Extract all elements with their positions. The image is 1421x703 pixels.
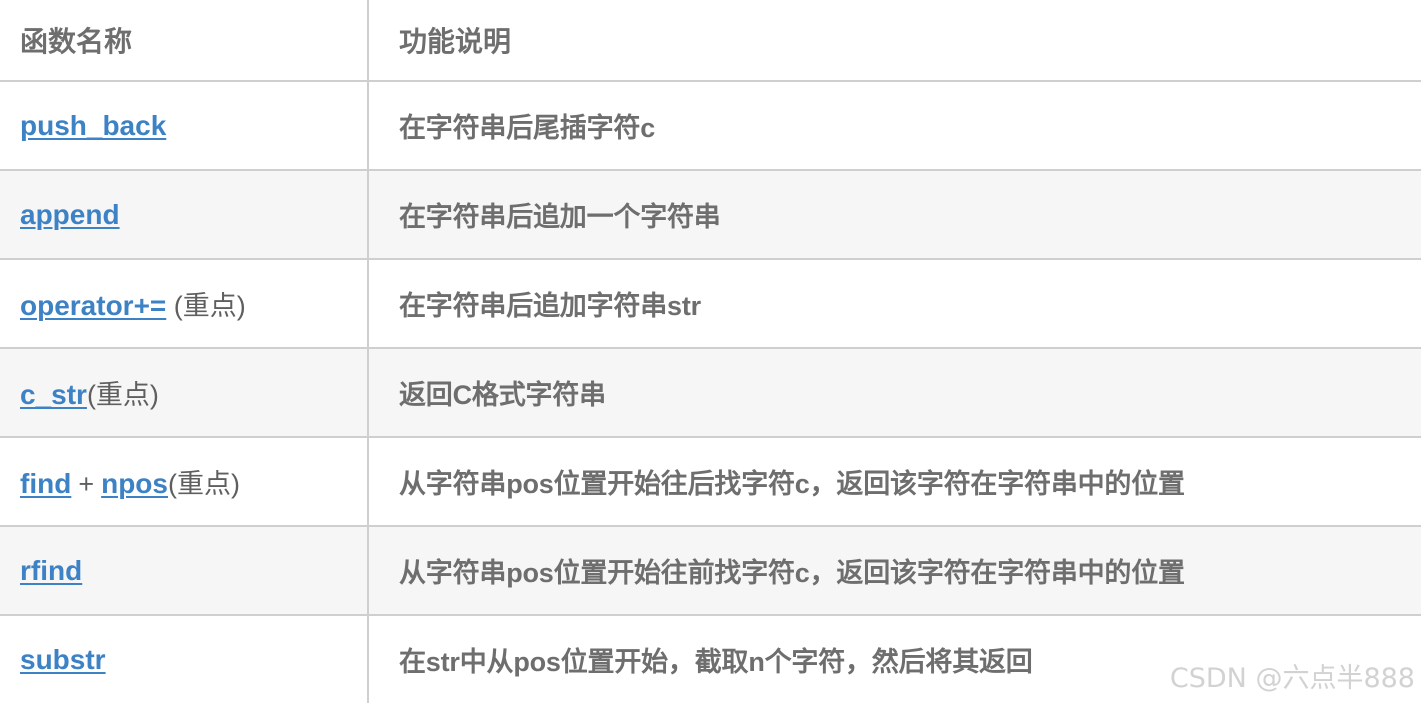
function-name-suffix: (重点) [166,291,246,321]
function-link-substr[interactable]: substr [20,644,106,675]
function-link-npos[interactable]: npos [101,468,168,499]
cell-description: 从字符串pos位置开始往前找字符c，返回该字符在字符串中的位置 [368,526,1421,616]
description-text: 从字符串pos位置开始往前找字符c，返回该字符在字符串中的位置 [399,558,1185,588]
table-header: 函数名称 功能说明 [0,0,1421,82]
table-row: push_back 在字符串后尾插字符c [0,81,1421,171]
cell-function-name: operator+= (重点) [0,259,369,349]
function-name-joiner: + [78,469,95,499]
function-link-rfind[interactable]: rfind [20,555,82,586]
description-text: 在字符串后追加一个字符串 [399,202,721,232]
function-name-suffix: (重点) [86,380,159,410]
description-text: 在字符串后尾插字符c [399,113,656,143]
cell-function-name: c_str(重点) [0,348,369,438]
cell-function-name: find + npos(重点) [0,437,369,527]
table-row: rfind 从字符串pos位置开始往前找字符c，返回该字符在字符串中的位置 [0,526,1421,616]
cell-description: 在字符串后尾插字符c [368,81,1421,171]
cell-function-name: push_back [0,81,369,171]
table-row: append 在字符串后追加一个字符串 [0,170,1421,260]
function-table-container: 函数名称 功能说明 push_back 在字符串后尾插字符c append 在字… [0,0,1421,703]
column-header-description: 功能说明 [368,0,1421,82]
cell-description: 在str中从pos位置开始，截取n个字符，然后将其返回 [368,615,1421,703]
function-link-append[interactable]: append [20,199,120,230]
table-header-row: 函数名称 功能说明 [0,0,1421,82]
description-text: 在str中从pos位置开始，截取n个字符，然后将其返回 [399,647,1033,677]
column-header-function-name: 函数名称 [0,0,369,82]
cell-description: 从字符串pos位置开始往后找字符c，返回该字符在字符串中的位置 [368,437,1421,527]
table-row: operator+= (重点) 在字符串后追加字符串str [0,259,1421,349]
cell-description: 返回C格式字符串 [368,348,1421,438]
table-row: c_str(重点) 返回C格式字符串 [0,348,1421,438]
function-link-c-str[interactable]: c_str [20,379,87,410]
string-functions-table: 函数名称 功能说明 push_back 在字符串后尾插字符c append 在字… [0,0,1421,703]
cell-function-name: rfind [0,526,369,616]
cell-function-name: append [0,170,369,260]
description-text: 返回C格式字符串 [399,380,606,410]
description-text: 从字符串pos位置开始往后找字符c，返回该字符在字符串中的位置 [399,469,1185,499]
table-body: push_back 在字符串后尾插字符c append 在字符串后追加一个字符串… [0,81,1421,703]
function-name-suffix: (重点) [167,469,240,499]
description-text: 在字符串后追加字符串str [399,291,701,321]
function-link-find[interactable]: find [20,468,71,499]
cell-function-name: substr [0,615,369,703]
function-link-operator-plus-equals[interactable]: operator+= [20,290,166,321]
function-link-push-back[interactable]: push_back [20,110,166,141]
table-row: substr 在str中从pos位置开始，截取n个字符，然后将其返回 [0,615,1421,703]
table-row: find + npos(重点) 从字符串pos位置开始往后找字符c，返回该字符在字符… [0,437,1421,527]
cell-description: 在字符串后追加字符串str [368,259,1421,349]
cell-description: 在字符串后追加一个字符串 [368,170,1421,260]
